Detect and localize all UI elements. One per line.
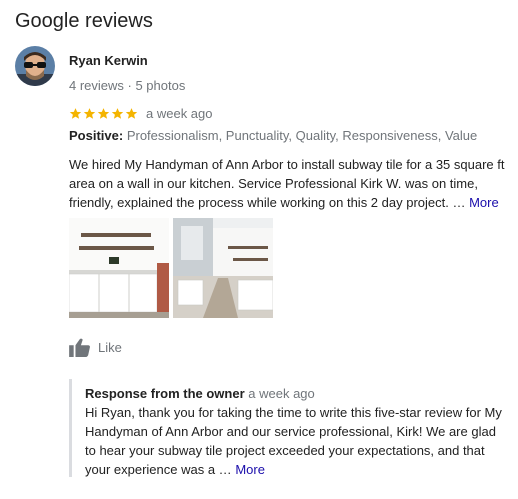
owner-response: Response from the owner a week ago Hi Ry… xyxy=(69,379,509,477)
star-rating xyxy=(69,107,139,120)
star-icon xyxy=(125,108,138,119)
kitchen-photo-1 xyxy=(69,218,169,318)
review-photo-2[interactable] xyxy=(173,218,273,318)
rating-row: a week ago xyxy=(69,106,213,121)
review-text: We hired My Handyman of Ann Arbor to ins… xyxy=(69,155,509,212)
star-icon xyxy=(111,108,124,119)
avatar[interactable] xyxy=(15,46,55,86)
section-title: Google reviews xyxy=(15,10,153,32)
reviewer-meta: 4 reviews · 5 photos xyxy=(69,78,186,93)
star-icon xyxy=(69,108,82,119)
review-body: We hired My Handyman of Ann Arbor to ins… xyxy=(69,157,505,210)
owner-response-header: Response from the owner a week ago xyxy=(85,384,509,403)
like-button[interactable]: Like xyxy=(69,338,122,357)
owner-response-time: a week ago xyxy=(248,386,315,401)
positive-label: Positive: xyxy=(69,128,124,143)
owner-response-text: Hi Ryan, thank you for taking the time t… xyxy=(85,403,509,479)
owner-response-body: Hi Ryan, thank you for taking the time t… xyxy=(85,405,502,477)
like-label: Like xyxy=(98,340,122,355)
positive-attributes: Positive: Professionalism, Punctuality, … xyxy=(69,128,477,143)
star-icon xyxy=(97,108,110,119)
star-icon xyxy=(83,108,96,119)
kitchen-photo-2 xyxy=(173,218,273,318)
owner-response-heading: Response from the owner xyxy=(85,386,245,401)
review-time: a week ago xyxy=(146,106,213,121)
review-more-link[interactable]: More xyxy=(469,195,499,210)
review-photo-1[interactable] xyxy=(69,218,169,318)
positive-values: Professionalism, Punctuality, Quality, R… xyxy=(126,128,478,143)
reviewer-name[interactable]: Ryan Kerwin xyxy=(69,53,148,68)
owner-response-more-link[interactable]: More xyxy=(235,462,265,477)
thumbs-up-icon xyxy=(69,338,90,357)
avatar-photo xyxy=(15,46,55,86)
